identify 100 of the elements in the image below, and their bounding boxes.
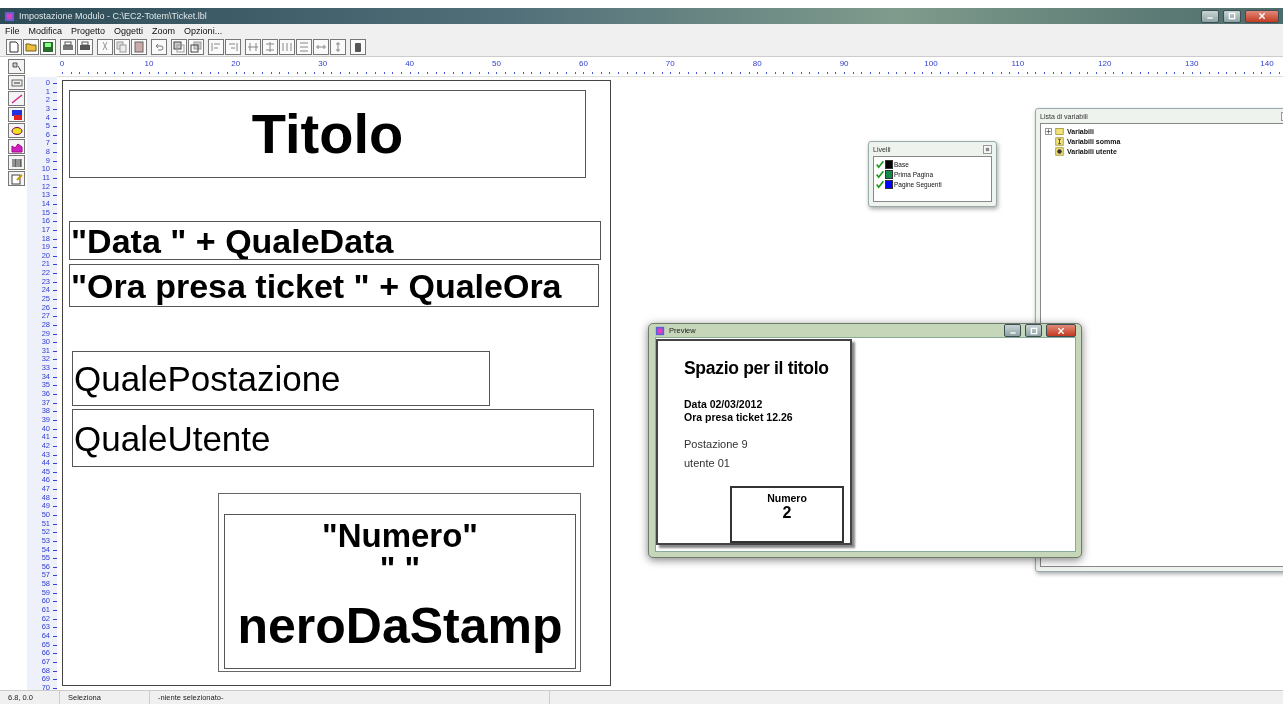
- toolbar-button[interactable]: [97, 38, 113, 55]
- ruler-label: 30: [318, 59, 328, 68]
- toolbar-button[interactable]: [262, 38, 278, 55]
- spacing-icon: [298, 40, 310, 53]
- toolbar-button[interactable]: [350, 38, 366, 55]
- sum-icon: [1055, 136, 1064, 146]
- variables-icon: [1055, 126, 1064, 136]
- ruler-label: 110: [1011, 59, 1025, 68]
- ticket-line: utente 01: [684, 457, 731, 469]
- toolbar-button[interactable]: [114, 38, 130, 55]
- toolbar-button[interactable]: [208, 38, 224, 55]
- ruler-label: 100: [924, 59, 938, 68]
- toolbar-button[interactable]: [330, 38, 346, 55]
- toolbar-button[interactable]: [23, 38, 39, 55]
- pin-icon: [985, 146, 990, 152]
- text-field-object[interactable]: QualeUtente: [72, 409, 594, 467]
- maximize-icon: [1029, 326, 1038, 335]
- menu-item[interactable]: Progetto: [71, 25, 106, 36]
- number-frame[interactable]: "Numero" " " neroDaStamp: [218, 493, 581, 672]
- toolbar-button[interactable]: [279, 38, 295, 55]
- text-field-object[interactable]: "Ora presa ticket " + QualeOra: [69, 264, 599, 307]
- text-field-object[interactable]: "Data " + QualeData: [69, 221, 601, 260]
- text-tool-icon: [10, 76, 23, 89]
- minimize-button[interactable]: [1201, 9, 1219, 23]
- layer-front-icon: [173, 40, 185, 53]
- tool-button[interactable]: [8, 155, 25, 170]
- user-icon: [1055, 146, 1064, 156]
- menu-item[interactable]: Modifica: [28, 25, 63, 36]
- toolbar-button[interactable]: [60, 38, 76, 55]
- field-expression: " ": [379, 552, 421, 585]
- toolbar-button[interactable]: [313, 38, 329, 55]
- ticket-line: Data 02/03/2012: [684, 398, 764, 411]
- folder-icon: [25, 40, 37, 53]
- tool-button[interactable]: [8, 91, 25, 106]
- field-expression: "Ora presa ticket " + QualeOra: [71, 268, 562, 303]
- expand-toggle[interactable]: [1045, 127, 1052, 135]
- printer-icon: [79, 40, 91, 53]
- tool-button[interactable]: [8, 123, 25, 138]
- ruler-label: 120: [1098, 59, 1112, 68]
- ruler-label: 0: [59, 59, 65, 68]
- trash-icon: [352, 40, 364, 53]
- toolbar-button[interactable]: [245, 38, 261, 55]
- text-field-object[interactable]: QualePostazione: [72, 351, 490, 406]
- ruler-label: 60: [578, 59, 588, 68]
- tool-button[interactable]: [8, 171, 25, 186]
- tool-button[interactable]: [8, 107, 25, 122]
- tool-button[interactable]: [8, 75, 25, 90]
- layer-back-icon: [190, 40, 202, 53]
- app-icon: [655, 325, 665, 336]
- maximize-button[interactable]: [1025, 324, 1042, 337]
- field-expression: QualePostazione: [74, 361, 341, 396]
- close-icon: [1258, 12, 1266, 20]
- ticket-line: Ora presa ticket 12.26: [684, 411, 794, 424]
- pin-button[interactable]: [983, 144, 992, 154]
- menu-item[interactable]: Zoom: [152, 25, 176, 36]
- toolbar-button[interactable]: [6, 38, 22, 55]
- toolbar-button[interactable]: [225, 38, 241, 55]
- line-icon: [10, 92, 23, 105]
- align-icon: [264, 40, 276, 53]
- close-button[interactable]: [1046, 324, 1076, 337]
- maximize-button[interactable]: [1223, 9, 1241, 23]
- toolbar-button[interactable]: [151, 38, 167, 55]
- document-icon: [8, 40, 20, 53]
- menu-item[interactable]: Oggetti: [114, 25, 144, 36]
- ticket-line: Postazione 9: [684, 438, 749, 450]
- app-icon: [4, 10, 15, 22]
- number-text-object[interactable]: "Numero" " " neroDaStamp: [224, 514, 576, 669]
- tool-button[interactable]: [8, 139, 25, 154]
- copy-icon: [116, 40, 128, 53]
- close-button[interactable]: [1245, 9, 1279, 23]
- menu-item[interactable]: File: [5, 25, 20, 36]
- ruler-label: 140: [1260, 59, 1274, 68]
- ruler-label: 90: [839, 59, 849, 68]
- tool-button[interactable]: [8, 59, 25, 74]
- toolbar-button[interactable]: [77, 38, 93, 55]
- toolbar-button[interactable]: [131, 38, 147, 55]
- ruler-label: 130: [1185, 59, 1199, 68]
- align-icon: [227, 40, 239, 53]
- window-title: Impostazione Modulo - C:\EC2-Totem\Ticket.lbl: [19, 11, 207, 21]
- field-expression: "Data " + QualeData: [71, 223, 394, 258]
- align-icon: [247, 40, 259, 53]
- toolbar-button[interactable]: [171, 38, 187, 55]
- field-expression: neroDaStamp: [237, 601, 563, 651]
- printer-icon: [62, 40, 74, 53]
- field-expression: "Numero": [322, 519, 478, 552]
- menu-item[interactable]: Opzioni...: [184, 25, 223, 36]
- ruler-label: 70: [665, 59, 675, 68]
- ellipse-icon: [10, 124, 23, 137]
- toolbar-button[interactable]: [188, 38, 204, 55]
- toolbar-button[interactable]: [40, 38, 56, 55]
- minimize-button[interactable]: [1004, 324, 1021, 337]
- maximize-icon: [1228, 12, 1236, 20]
- rectangle-icon: [10, 108, 23, 121]
- ruler-label: 20: [231, 59, 241, 68]
- toolbar-button[interactable]: [296, 38, 312, 55]
- field-expression: Titolo: [251, 106, 404, 162]
- text-field-object[interactable]: Titolo: [69, 90, 586, 178]
- ruler-label: 50: [492, 59, 501, 68]
- plus-icon: [1046, 128, 1051, 134]
- pointer-icon: [10, 60, 23, 73]
